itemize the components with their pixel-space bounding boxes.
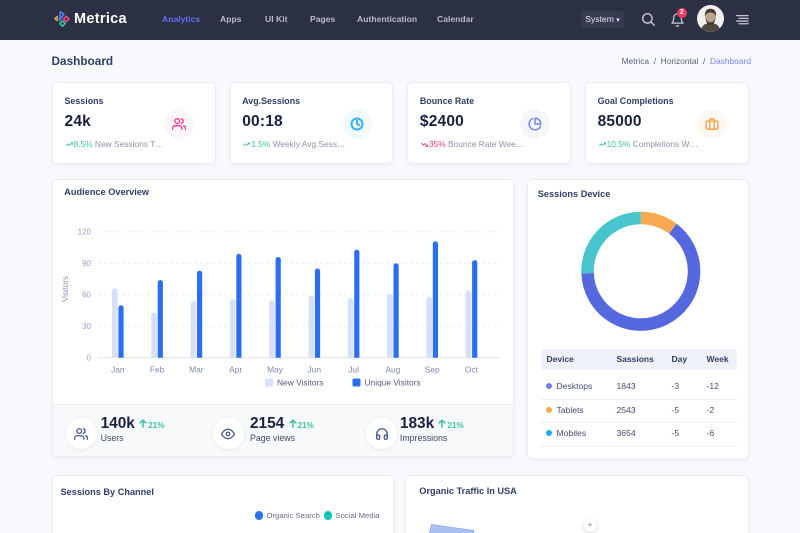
svg-text:60: 60: [82, 290, 91, 299]
svg-text:Jun: Jun: [307, 364, 321, 374]
svg-text:120: 120: [77, 227, 91, 236]
svg-text:Feb: Feb: [150, 364, 165, 374]
svg-text:30: 30: [82, 322, 91, 331]
svg-text:Sep: Sep: [425, 364, 440, 374]
svg-text:90: 90: [82, 259, 91, 268]
svg-text:Apr: Apr: [229, 364, 242, 374]
svg-text:Jan: Jan: [111, 364, 125, 374]
svg-text:New Visitors: New Visitors: [277, 377, 323, 387]
svg-text:Mar: Mar: [189, 364, 204, 374]
svg-text:Jul: Jul: [348, 364, 359, 374]
svg-text:Aug: Aug: [385, 364, 400, 374]
svg-text:May: May: [267, 364, 284, 374]
svg-text:Unique Visitors: Unique Visitors: [364, 377, 420, 387]
svg-text:Visitors: Visitors: [61, 276, 70, 302]
svg-text:0: 0: [86, 353, 91, 362]
svg-text:Oct: Oct: [465, 364, 479, 374]
